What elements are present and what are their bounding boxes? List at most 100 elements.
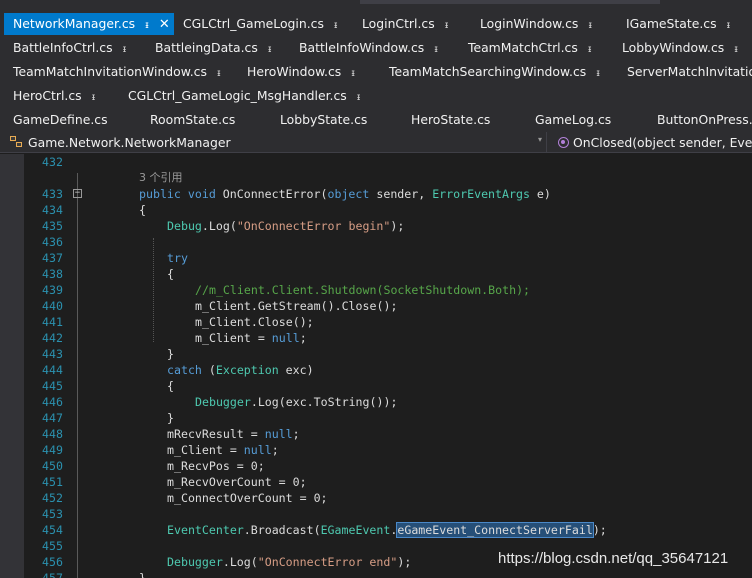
- class-dropdown[interactable]: Game.Network.NetworkManager: [10, 134, 231, 151]
- tab-battleinfowindow[interactable]: BattleInfoWindow.cs ᵻ: [299, 37, 438, 59]
- code-text: mRecvResult = null;: [167, 427, 300, 441]
- code-text: Debug.Log("OnConnectError begin");: [167, 219, 405, 233]
- tab-label: TeamMatchCtrl.cs: [468, 40, 578, 55]
- code-text: Debugger.Log(exc.ToString());: [195, 395, 398, 409]
- tab-label: HeroWindow.cs: [247, 64, 342, 79]
- line-number: 456: [42, 555, 63, 569]
- tab-igamestate[interactable]: IGameState.cs ᵻ: [626, 13, 730, 35]
- tab-label: TeamMatchSearchingWindow.cs: [389, 64, 587, 79]
- tab-lobbywindow[interactable]: LobbyWindow.cs ᵻ: [622, 37, 738, 59]
- tab-servermatchinvitation[interactable]: ServerMatchInvitation: [627, 61, 752, 83]
- tab-cglctrl-gamelogin[interactable]: CGLCtrl_GameLogin.cs ᵻ: [183, 13, 338, 35]
- pin-icon[interactable]: ᵻ: [92, 87, 96, 109]
- pin-icon[interactable]: ᵻ: [217, 63, 221, 85]
- code-text: public void OnConnectError(object sender…: [139, 187, 551, 201]
- tab-battleinfoctrl[interactable]: BattleInfoCtrl.cs ᵻ: [13, 37, 126, 59]
- code-text: m_Client = null;: [195, 331, 307, 345]
- reference-count-link[interactable]: 3 个引用: [139, 170, 183, 186]
- line-number: 437: [42, 251, 63, 265]
- tab-networkmanager-active[interactable]: NetworkManager.cs ᵻ ✕: [4, 13, 174, 35]
- pin-icon[interactable]: ᵻ: [434, 39, 438, 61]
- tab-label: RoomState.cs: [150, 112, 236, 127]
- pin-icon[interactable]: ᵻ: [727, 15, 731, 37]
- pin-icon[interactable]: ᵻ: [145, 15, 149, 37]
- line-number: 435: [42, 219, 63, 233]
- code-line: 445 {: [0, 378, 752, 394]
- tab-heroctrl[interactable]: HeroCtrl.cs ᵻ: [13, 85, 95, 107]
- pin-icon[interactable]: ᵻ: [596, 63, 600, 85]
- line-number: 448: [42, 427, 63, 441]
- tab-loginctrl[interactable]: LoginCtrl.cs ᵻ: [362, 13, 448, 35]
- code-line: 440 m_Client.GetStream().Close();: [0, 298, 752, 314]
- line-number: 449: [42, 443, 63, 457]
- code-line: 454 EventCenter.Broadcast(EGameEvent.eGam…: [0, 522, 752, 538]
- code-line: 446 Debugger.Log(exc.ToString());: [0, 394, 752, 410]
- pin-icon[interactable]: ᵻ: [268, 39, 272, 61]
- tab-gamedefine[interactable]: GameDefine.cs: [13, 109, 108, 131]
- tab-teammatchinvitationwindow[interactable]: TeamMatchInvitationWindow.cs ᵻ: [13, 61, 221, 83]
- code-line: 451 m_RecvOverCount = 0;: [0, 474, 752, 490]
- code-line: 442 m_Client = null;: [0, 330, 752, 346]
- tab-roomstate[interactable]: RoomState.cs: [150, 109, 235, 131]
- tab-label: IGameState.cs: [626, 16, 717, 31]
- code-text: }: [167, 411, 174, 425]
- line-number: 433: [42, 187, 63, 201]
- code-line: 452 m_ConnectOverCount = 0;: [0, 490, 752, 506]
- tab-label: HeroState.cs: [411, 112, 491, 127]
- tab-herowindow[interactable]: HeroWindow.cs ᵻ: [247, 61, 355, 83]
- line-number: 443: [42, 347, 63, 361]
- code-text: EventCenter.Broadcast(EGameEvent.eGameEv…: [167, 522, 607, 538]
- pin-icon[interactable]: ᵻ: [123, 39, 127, 61]
- tab-teammatchsearchingwindow[interactable]: TeamMatchSearchingWindow.cs ᵻ: [389, 61, 600, 83]
- code-editor[interactable]: 432 3 个引用 433 − public void OnConnectError…: [0, 154, 752, 578]
- tab-label: BattleingData.cs: [155, 40, 258, 55]
- code-text: Debugger.Log("OnConnectError end");: [167, 555, 412, 569]
- tab-label: NetworkManager.cs: [13, 16, 136, 31]
- pin-icon[interactable]: ᵻ: [734, 39, 738, 61]
- line-number: 445: [42, 379, 63, 393]
- member-name: OnClosed(object sender, Event: [573, 135, 752, 150]
- tab-label: LobbyState.cs: [280, 112, 368, 127]
- tab-scroll-strip: [360, 0, 660, 4]
- tab-label: CGLCtrl_GameLogic_MsgHandler.cs: [128, 88, 347, 103]
- line-number: 438: [42, 267, 63, 281]
- member-dropdown[interactable]: OnClosed(object sender, Event: [558, 134, 752, 151]
- code-line: 447}: [0, 410, 752, 426]
- code-text: m_RecvOverCount = 0;: [167, 475, 307, 489]
- line-number: 450: [42, 459, 63, 473]
- tab-label: LoginWindow.cs: [480, 16, 579, 31]
- nav-divider: [546, 132, 547, 153]
- tab-herostate[interactable]: HeroState.cs: [411, 109, 490, 131]
- code-text: m_Client.GetStream().Close();: [195, 299, 398, 313]
- tab-buttononpress[interactable]: ButtonOnPress.cs: [657, 109, 752, 131]
- code-comment: //m_Client.Client.Shutdown(SocketShutdow…: [195, 283, 531, 297]
- pin-icon[interactable]: ᵻ: [357, 87, 361, 109]
- tab-label: BattleInfoCtrl.cs: [13, 40, 113, 55]
- code-line: 444 catch (Exception exc): [0, 362, 752, 378]
- code-text: }: [139, 571, 146, 578]
- tab-label: TeamMatchInvitationWindow.cs: [13, 64, 207, 79]
- tab-label: LoginCtrl.cs: [362, 16, 435, 31]
- code-text: catch (Exception exc): [167, 363, 314, 377]
- close-icon[interactable]: ✕: [159, 14, 170, 36]
- tab-cglctrl-gamelogic-msghandler[interactable]: CGLCtrl_GameLogic_MsgHandler.cs ᵻ: [128, 85, 360, 107]
- line-number: 432: [42, 155, 63, 169]
- pin-icon[interactable]: ᵻ: [588, 39, 592, 61]
- code-text: {: [139, 203, 146, 217]
- pin-icon[interactable]: ᵻ: [334, 15, 338, 37]
- pin-icon[interactable]: ᵻ: [351, 63, 355, 85]
- tab-lobbystate[interactable]: LobbyState.cs: [280, 109, 367, 131]
- line-number: 455: [42, 539, 63, 553]
- line-number: 439: [42, 283, 63, 297]
- tab-gamelog[interactable]: GameLog.cs: [535, 109, 611, 131]
- collapse-icon[interactable]: −: [73, 189, 82, 198]
- tab-teammatchctrl[interactable]: TeamMatchCtrl.cs ᵻ: [468, 37, 592, 59]
- selected-text[interactable]: eGameEvent_ConnectServerFail: [396, 522, 594, 538]
- tab-loginwindow[interactable]: LoginWindow.cs ᵻ: [480, 13, 592, 35]
- pin-icon[interactable]: ᵻ: [445, 15, 449, 37]
- codelens-line: 3 个引用: [0, 170, 752, 186]
- tab-battleingdata[interactable]: BattleingData.cs ᵻ: [155, 37, 272, 59]
- line-number: 444: [42, 363, 63, 377]
- line-number: 442: [42, 331, 63, 345]
- pin-icon[interactable]: ᵻ: [588, 15, 592, 37]
